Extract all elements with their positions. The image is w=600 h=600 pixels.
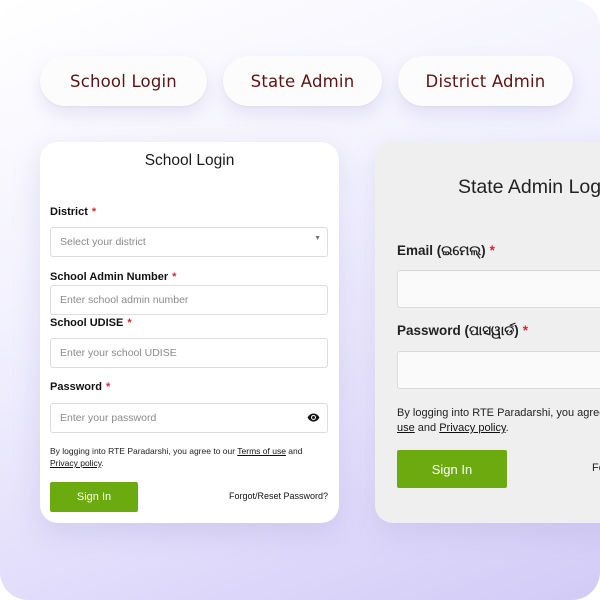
state-password-label: Password (ପାସୱାର୍ଡ) * [397,323,529,338]
udise-input[interactable]: Enter your school UDISE [50,338,328,368]
tab-state-admin[interactable]: State Admin [223,56,382,106]
district-select[interactable]: Select your district ▼ [50,227,328,257]
required-marker: * [105,381,111,393]
udise-placeholder: Enter your school UDISE [60,347,177,359]
udise-label: School UDISE * [50,317,132,329]
state-password-input[interactable] [397,351,600,389]
state-sign-in-button[interactable]: Sign In [397,450,507,488]
required-marker: * [489,243,495,258]
password-input[interactable]: Enter your password [50,403,328,433]
state-privacy-policy-link[interactable]: Privacy policy [439,422,505,434]
email-input[interactable] [397,270,600,308]
state-admin-login-card: State Admin Log Email (ଇମେଲ୍) * Password … [375,142,600,523]
school-login-title: School Login [144,152,235,169]
password-placeholder: Enter your password [60,412,157,424]
sign-in-button[interactable]: Sign In [50,482,138,512]
state-forgot-password-link[interactable]: Fo [592,462,600,474]
chevron-down-icon: ▼ [314,235,321,242]
tab-district-admin[interactable]: District Admin [398,56,573,106]
required-marker: * [127,317,132,329]
district-select-placeholder: Select your district [60,236,146,248]
tab-school-login[interactable]: School Login [40,56,207,106]
terms-notice: By logging into RTE Paradarshi, you agre… [50,446,303,468]
forgot-password-link[interactable]: Forgot/Reset Password? [229,491,328,501]
eye-icon[interactable] [307,411,320,424]
privacy-policy-link[interactable]: Privacy policy [50,458,101,468]
page-background: School Login State Admin District Admin … [0,0,600,600]
state-admin-login-title: State Admin Log [458,176,600,198]
password-label: Password * [50,381,111,393]
admin-number-placeholder: Enter school admin number [60,294,189,306]
email-label: Email (ଇମେଲ୍) * [397,243,495,258]
school-login-card: School Login District * Select your distr… [40,142,339,523]
terms-of-use-link[interactable]: Terms of use [237,446,286,456]
state-terms-of-use-link[interactable]: use [397,422,415,434]
state-terms-line: By logging into RTE Paradarshi, you agre… [397,407,600,419]
district-label: District * [50,206,97,218]
state-terms-notice: By logging into RTE Paradarshi, you agre… [397,406,600,436]
required-marker: * [91,206,97,218]
admin-number-input[interactable]: Enter school admin number [50,285,328,315]
admin-number-label: School Admin Number * [50,271,177,283]
required-marker: * [172,271,177,283]
required-marker: * [522,323,529,338]
